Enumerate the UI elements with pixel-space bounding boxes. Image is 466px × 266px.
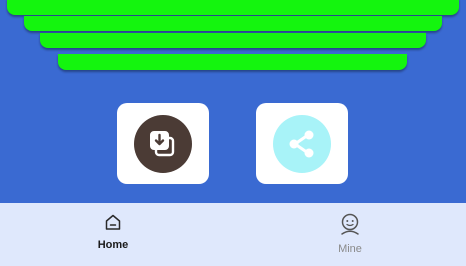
share-icon-circle xyxy=(273,114,331,173)
decorative-bars xyxy=(0,0,466,80)
download-icon xyxy=(150,130,175,156)
home-icon xyxy=(105,214,121,230)
download-icon-circle xyxy=(134,114,192,173)
download-button[interactable] xyxy=(117,103,209,184)
tab-mine[interactable]: Mine xyxy=(305,213,395,263)
tab-mine-label: Mine xyxy=(338,243,362,255)
tab-home-label: Home xyxy=(97,239,129,251)
decorative-bar-4 xyxy=(58,54,407,70)
decorative-bar-3 xyxy=(40,33,426,48)
user-face-icon xyxy=(341,213,359,235)
tab-home[interactable]: Home xyxy=(68,213,158,263)
share-button[interactable] xyxy=(256,103,348,184)
decorative-bar-1 xyxy=(7,0,459,15)
bottom-tab-bar: Home Mine xyxy=(0,203,466,266)
share-icon xyxy=(289,130,314,157)
decorative-bar-2 xyxy=(24,16,442,31)
